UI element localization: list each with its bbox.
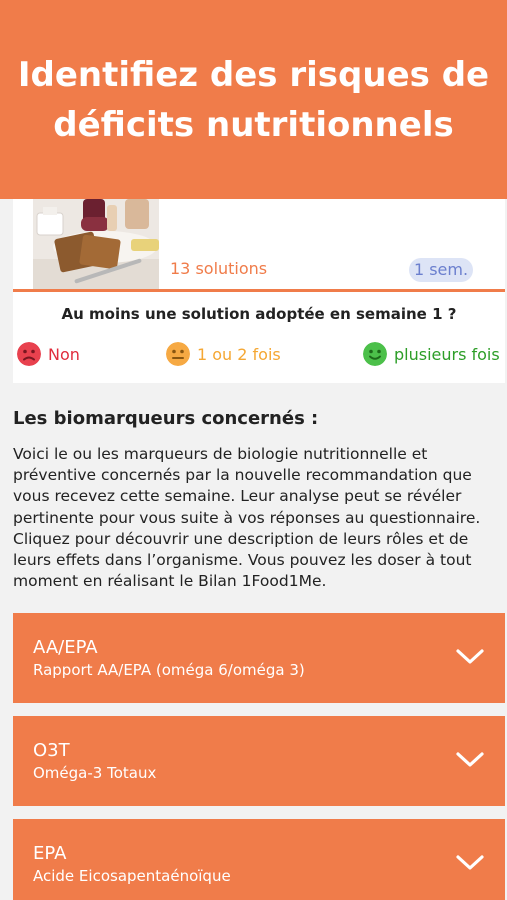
chevron-down-icon[interactable] [455, 853, 485, 873]
biomarkers-title: Les biomarqueurs concernés : [13, 408, 319, 429]
option-label: plusieurs fois [394, 344, 500, 364]
happy-face-icon [363, 342, 387, 366]
biomarker-name: EPA [33, 843, 67, 864]
option-label: 1 ou 2 fois [197, 344, 281, 364]
biomarker-subtitle: Rapport AA/EPA (oméga 6/oméga 3) [33, 661, 305, 679]
biomarker-subtitle: Acide Eicosapentaénoïque [33, 867, 231, 885]
divider [13, 289, 505, 292]
chevron-down-icon[interactable] [455, 750, 485, 770]
page-title: Identifiez des risques de déficits nutri… [17, 54, 490, 145]
recommendation-card: 13 solutions 1 sem. Au moins une solutio… [13, 199, 505, 383]
solutions-count: 13 solutions [170, 259, 268, 278]
biomarker-accordion-epa[interactable]: EPA Acide Eicosapentaénoïque [13, 819, 505, 900]
biomarker-name: O3T [33, 740, 70, 761]
option-plusieurs-fois[interactable]: plusieurs fois [363, 342, 500, 366]
option-1-ou-2-fois[interactable]: 1 ou 2 fois [166, 342, 281, 366]
header-banner: Identifiez des risques de déficits nutri… [0, 0, 507, 199]
biomarker-accordion-aa-epa[interactable]: AA/EPA Rapport AA/EPA (oméga 6/oméga 3) [13, 613, 505, 703]
biomarker-accordion-o3t[interactable]: O3T Oméga-3 Totaux [13, 716, 505, 806]
sad-face-icon [17, 342, 41, 366]
biomarkers-description: Voici le ou les marqueurs de biologie nu… [13, 445, 481, 591]
chevron-down-icon[interactable] [455, 647, 485, 667]
breakfast-food-photo [33, 199, 159, 289]
biomarker-name: AA/EPA [33, 637, 98, 658]
adoption-question: Au moins une solution adoptée en semaine… [61, 305, 457, 323]
biomarker-subtitle: Oméga-3 Totaux [33, 764, 157, 782]
duration-badge: 1 sem. [409, 258, 473, 282]
option-label: Non [48, 344, 80, 364]
neutral-face-icon [166, 342, 190, 366]
option-non[interactable]: Non [17, 342, 80, 366]
